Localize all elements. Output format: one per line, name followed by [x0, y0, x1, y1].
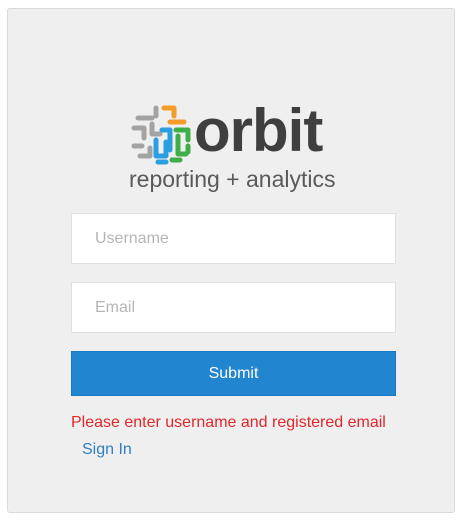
username-input[interactable] [71, 213, 396, 264]
email-input[interactable] [71, 282, 396, 333]
error-message: Please enter username and registered ema… [71, 414, 386, 431]
submit-button[interactable]: Submit [71, 351, 396, 396]
sign-in-link[interactable]: Sign In [82, 441, 132, 459]
login-panel: orbit reporting + analytics Submit Pleas… [7, 8, 455, 513]
orbit-globe-icon [131, 105, 191, 165]
orbit-wordmark: orbit [194, 97, 323, 164]
orbit-logo: orbit reporting + analytics [124, 97, 364, 199]
logo-tagline: reporting + analytics [129, 166, 336, 192]
